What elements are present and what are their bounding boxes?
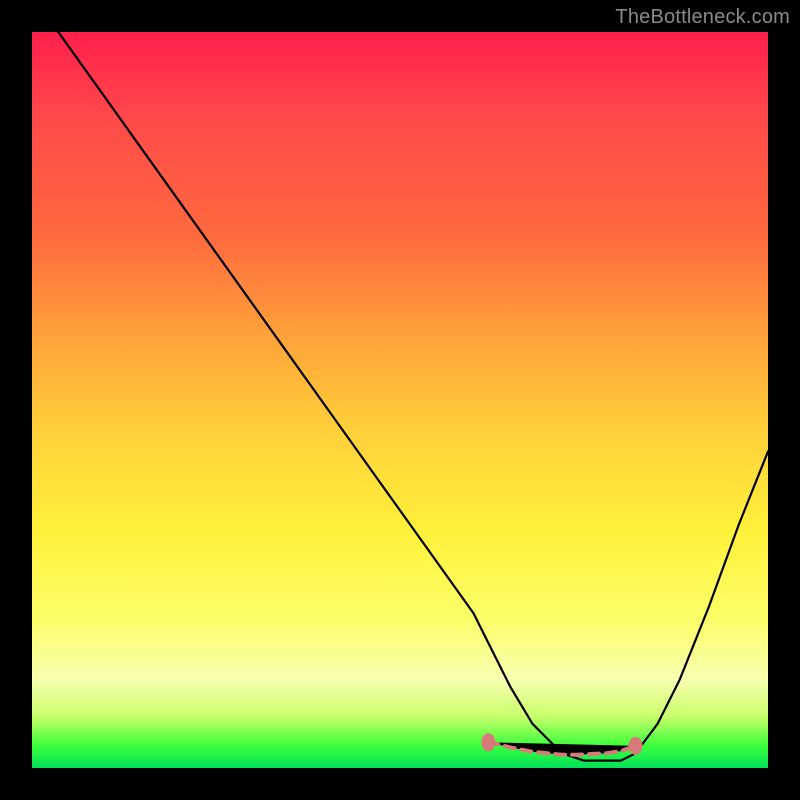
optimal-range-line: [488, 742, 635, 755]
optimal-range-endpoint: [629, 737, 643, 755]
optimal-range-markers: [481, 733, 642, 755]
chart-frame: TheBottleneck.com: [0, 0, 800, 800]
curve-layer: [32, 32, 768, 768]
bottleneck-curve: [32, 0, 768, 761]
plot-area: [32, 32, 768, 768]
watermark-text: TheBottleneck.com: [615, 6, 790, 29]
optimal-range-endpoint: [481, 733, 495, 751]
